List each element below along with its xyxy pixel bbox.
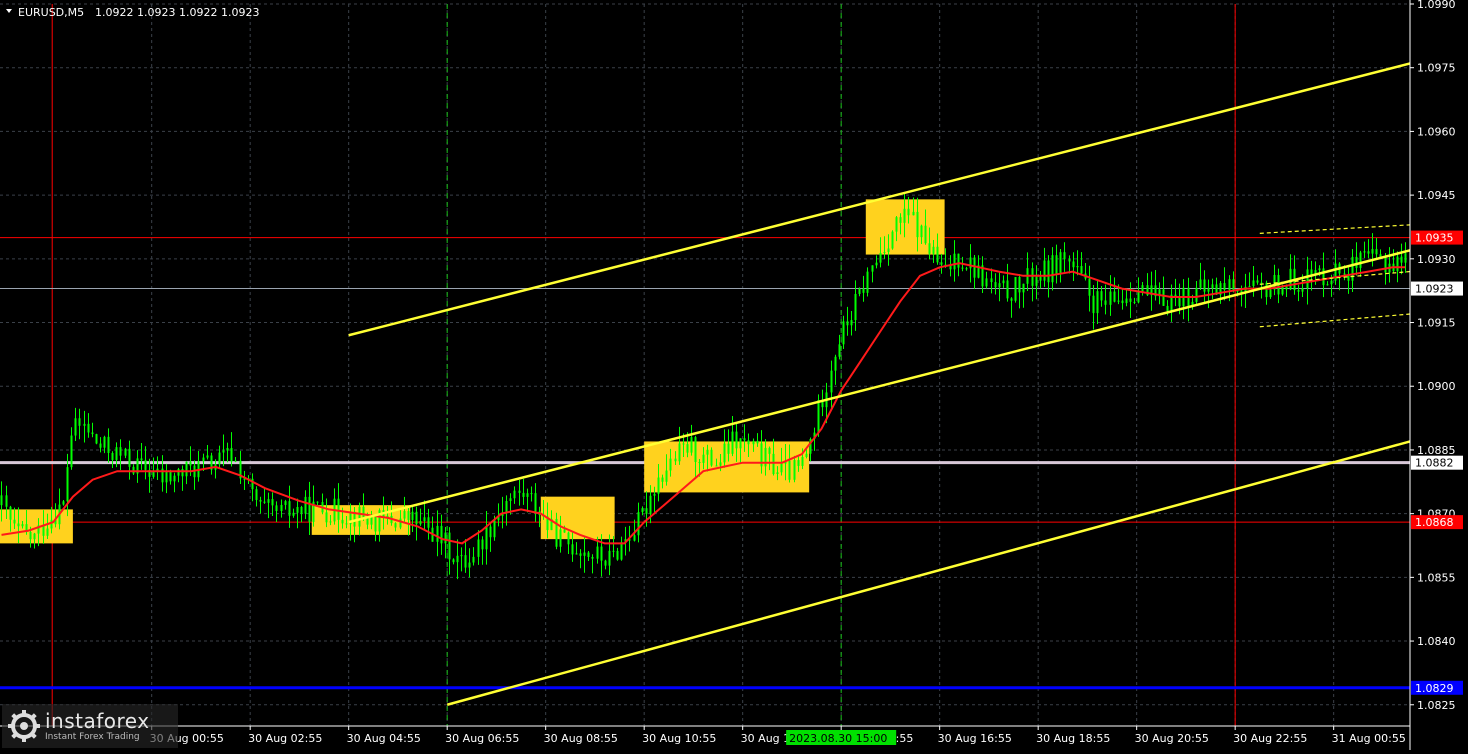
price-tick-label: 1.0975 <box>1417 62 1456 75</box>
time-tick-label: 30 Aug 22:55 <box>1233 732 1307 745</box>
chart-background <box>0 0 1468 750</box>
watermark-brand: instaforex <box>45 708 150 733</box>
time-tick-label: 30 Aug 08:55 <box>544 732 618 745</box>
time-marker-text: 2023.08.30 15:00 <box>789 732 887 745</box>
price-tick-label: 1.0885 <box>1417 444 1456 457</box>
level-label-text: 1.0923 <box>1415 283 1454 296</box>
price-tick-label: 1.0960 <box>1417 125 1456 138</box>
level-label-text: 1.0882 <box>1415 457 1454 470</box>
time-tick-label: 30 Aug 10:55 <box>642 732 716 745</box>
chart-symbol: EURUSD,M5 <box>18 6 84 19</box>
time-tick-label: 30 Aug 02:55 <box>248 732 322 745</box>
level-label-text: 1.0829 <box>1415 682 1454 695</box>
time-tick-label: 31 Aug 00:55 <box>1332 732 1406 745</box>
time-tick-label: 30 Aug 18:55 <box>1036 732 1110 745</box>
level-label-text: 1.0935 <box>1415 232 1454 245</box>
signal-zone <box>865 199 945 255</box>
price-tick-label: 1.0900 <box>1417 380 1456 393</box>
price-chart[interactable]: 1.0990 1.0975 1.0960 1.0945 1.0930 1.0915 1.09… <box>0 0 1468 750</box>
price-tick-label: 1.0855 <box>1417 571 1456 584</box>
chart-canvas[interactable]: 1.0990 1.0975 1.0960 1.0945 1.0930 1.0915 1.09… <box>0 0 1468 750</box>
price-tick-label: 1.0840 <box>1417 635 1456 648</box>
price-tick-label: 1.0825 <box>1417 699 1456 712</box>
price-tick-label: 1.0930 <box>1417 253 1456 266</box>
price-tick-label: 1.0945 <box>1417 189 1456 202</box>
watermark-tagline: Instant Forex Trading <box>45 731 140 742</box>
price-tick-label: 1.0915 <box>1417 317 1456 330</box>
time-tick-label: 30 Aug 04:55 <box>347 732 421 745</box>
price-tick-label: 1.0990 <box>1417 0 1456 11</box>
time-tick-label: 30 Aug 16:55 <box>938 732 1012 745</box>
chart-ohlc: 1.0922 1.0923 1.0922 1.0923 <box>95 6 259 19</box>
level-label-text: 1.0868 <box>1415 516 1454 529</box>
instaforex-logo-icon <box>8 710 40 742</box>
watermark: instaforex Instant Forex Trading <box>2 704 178 748</box>
time-tick-label: 30 Aug 20:55 <box>1135 732 1209 745</box>
time-tick-label: 30 Aug 06:55 <box>445 732 519 745</box>
